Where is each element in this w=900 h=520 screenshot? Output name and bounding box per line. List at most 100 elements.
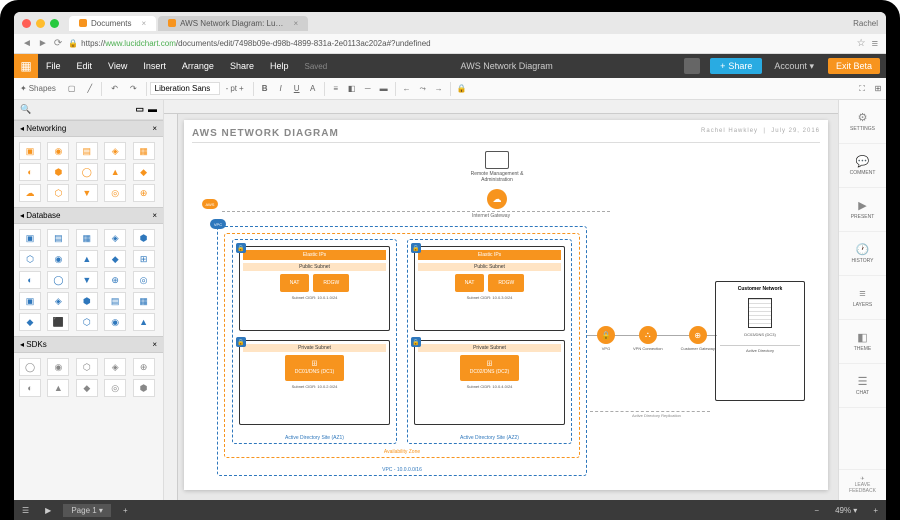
exit-beta-button[interactable]: Exit Beta [828,58,880,74]
shape-item[interactable]: ◉ [47,250,69,268]
line-type[interactable]: ⤳ [415,81,431,97]
theme-tab[interactable]: ◧THEME [839,320,886,364]
shape-item[interactable]: ⬢ [47,163,69,181]
browser-profile[interactable]: Rachel [853,19,878,28]
text-color[interactable]: A [305,81,321,97]
shape-item[interactable]: ⬡ [76,313,98,331]
shape-item[interactable]: ◉ [104,313,126,331]
shape-item[interactable]: ◯ [47,271,69,289]
lock-button[interactable]: 🔒 [454,81,470,97]
zoom-in[interactable]: + [865,506,886,515]
shape-item[interactable]: ◯ [19,358,41,376]
public-subnet-1[interactable]: 🔒 Elastic IPs Public Subnet NAT RDGW Sub… [239,246,390,331]
bookmark-icon[interactable]: ☆ [857,38,866,49]
document-title[interactable]: AWS Network Diagram [335,61,678,71]
pages-menu[interactable]: ☰ [14,506,37,515]
shape-item[interactable]: ▼ [76,184,98,202]
arrow-start[interactable]: ← [399,81,415,97]
vpg-node[interactable]: 🔒VPG [597,326,615,351]
search-icon[interactable]: 🔍 [20,104,31,115]
feedback-link[interactable]: ✈LEAVE FEEDBACK [839,469,886,500]
shape-item[interactable]: ◎ [104,184,126,202]
shape-item[interactable]: ⬛ [47,313,69,331]
dc-node[interactable]: 🗄DC01/DNS (DC1) [285,355,344,381]
underline-button[interactable]: U [289,81,305,97]
menu-arrange[interactable]: Arrange [174,61,222,71]
menu-share[interactable]: Share [222,61,262,71]
maximize-window[interactable] [50,19,59,28]
user-avatar[interactable] [684,58,700,74]
shape-item[interactable]: ▲ [133,313,155,331]
shape-item[interactable]: ◈ [47,292,69,310]
shape-item[interactable]: ◐ [19,271,41,289]
shape-item[interactable]: ⬢ [133,229,155,247]
shape-item[interactable]: ⊕ [133,184,155,202]
shape-item[interactable]: ▦ [133,292,155,310]
shape-item[interactable]: ◈ [104,142,126,160]
settings-tab[interactable]: ⚙SETTINGS [839,100,886,144]
shape-item[interactable]: ⬢ [133,379,155,397]
shape-item[interactable]: ◉ [47,142,69,160]
forward-button[interactable]: ► [38,38,48,49]
shape-item[interactable]: ⬢ [76,292,98,310]
fill-color[interactable]: ◧ [344,81,360,97]
page-tab[interactable]: Page 1 ▾ [63,504,111,517]
shape-item[interactable]: ▣ [19,142,41,160]
ad-site-1[interactable]: Active Directory Site (AZ1) 🔒 Elastic IP… [232,239,397,444]
public-subnet-2[interactable]: 🔒 Elastic IPs Public Subnet NAT RDGW Sub… [414,246,565,331]
browser-tab-2[interactable]: AWS Network Diagram: Lu…× [158,16,308,31]
shape-item[interactable]: ◆ [104,250,126,268]
shape-item[interactable]: ▦ [76,229,98,247]
arrow-end[interactable]: → [431,81,447,97]
close-icon[interactable]: × [152,211,157,220]
section-sdks[interactable]: ◂ SDKs× [14,336,163,353]
shape-item[interactable]: ◐ [19,163,41,181]
shape-item[interactable]: ◆ [19,313,41,331]
shape-item[interactable]: ▦ [133,142,155,160]
browser-menu-icon[interactable]: ≡ [872,38,878,50]
back-button[interactable]: ◄ [22,38,32,49]
internet-gateway-icon[interactable]: ☁ [487,189,507,209]
redo-button[interactable]: ↷ [124,84,143,93]
close-tab-icon[interactable]: × [293,19,298,28]
section-networking[interactable]: ◂ Networking× [14,120,163,137]
section-database[interactable]: ◂ Database× [14,207,163,224]
expand-button[interactable]: ⛶ [854,81,870,97]
menu-help[interactable]: Help [262,61,297,71]
rdgw-node[interactable]: RDGW [313,274,349,292]
shape-item[interactable]: ▼ [76,271,98,289]
shape-item[interactable]: ▲ [104,163,126,181]
dc-node[interactable]: 🗄DC02/DNS (DC2) [460,355,519,381]
shape-item[interactable]: ▲ [76,250,98,268]
menu-insert[interactable]: Insert [135,61,174,71]
shape-item[interactable]: ◆ [76,379,98,397]
close-tab-icon[interactable]: × [141,19,146,28]
menu-view[interactable]: View [100,61,135,71]
canvas-page[interactable]: AWS NETWORK DIAGRAM Rachel Hawkley | Jul… [184,120,828,490]
url-field[interactable]: https://www.lucidchart.com/documents/edi… [81,39,856,48]
zoom-level[interactable]: 49% ▾ [827,506,865,515]
canvas-area[interactable]: AWS NETWORK DIAGRAM Rachel Hawkley | Jul… [164,100,838,500]
aws-badge[interactable]: AWS [202,199,218,209]
minimize-window[interactable] [36,19,45,28]
shape-item[interactable]: ⊕ [133,358,155,376]
shape-item[interactable]: ▲ [47,379,69,397]
private-subnet-2[interactable]: 🔒 Private Subnet 🗄DC02/DNS (DC2) Subnet … [414,340,565,425]
shape-item[interactable]: ◉ [47,358,69,376]
add-page[interactable]: + [115,506,136,515]
shape-item[interactable]: ◈ [104,229,126,247]
line-color[interactable]: ▬ [376,81,392,97]
layers-tab[interactable]: ≡LAYERS [839,276,886,320]
remote-management-node[interactable]: Remote Management & Administration [462,151,532,183]
menu-edit[interactable]: Edit [69,61,101,71]
nat-node[interactable]: NAT [455,274,485,292]
line-style[interactable]: ─ [360,81,376,97]
pan-tool[interactable]: ▢ [62,84,82,93]
italic-button[interactable]: I [273,81,289,97]
lucidchart-logo[interactable]: ▦ [14,54,38,78]
shape-item[interactable]: ◈ [104,358,126,376]
zoom-out[interactable]: − [806,506,827,515]
shape-item[interactable]: ⬡ [47,184,69,202]
shape-item[interactable]: ▤ [47,229,69,247]
menu-file[interactable]: File [38,61,69,71]
